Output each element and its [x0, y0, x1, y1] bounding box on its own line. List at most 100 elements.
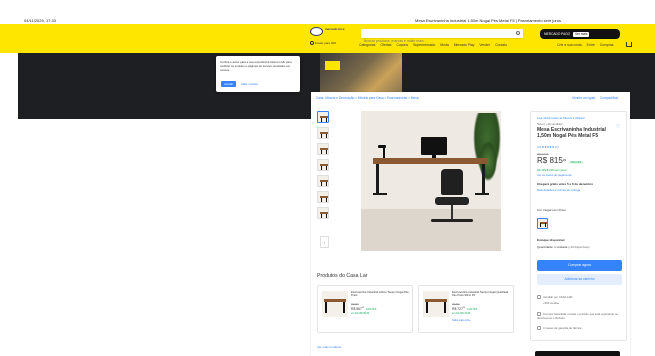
- protect-text: Compra Garantida, receba o produto que e…: [537, 312, 619, 321]
- related-price: R$ 5679918% OFF: [351, 307, 376, 311]
- color-swatch[interactable]: [537, 218, 548, 229]
- print-date: 04/11/2025, 17:33: [24, 18, 56, 23]
- related-installments: em 10x R$ 72,80: [452, 312, 471, 315]
- desk-top: [373, 158, 488, 164]
- store-badge: [325, 61, 340, 70]
- nav-contato[interactable]: Contato: [495, 43, 507, 47]
- related-price-value: R$ 567: [351, 307, 362, 312]
- chair-seat: [435, 197, 469, 205]
- desk-leg-left: [376, 164, 379, 194]
- rating[interactable]: 4.8 ★★★★★ (7): [537, 145, 558, 149]
- shipping-details-link[interactable]: Mais detalhes e formas de entrega: [537, 188, 580, 192]
- see-more-link[interactable]: Ver mais produtos: [317, 345, 341, 349]
- thumbnail-6[interactable]: [317, 191, 329, 203]
- official-store-link[interactable]: Loja oficial Casa Lar Móveis e Objetos: [537, 116, 585, 120]
- quantity-extra: (+10 disponíveis): [568, 245, 590, 249]
- price-cents: 99: [562, 158, 567, 162]
- related-old-price: R$ 829: [452, 303, 460, 306]
- breadcrumb-actions: Vender um igual Compartilhar: [568, 96, 618, 100]
- related-installments: em 10x R$ 56,80: [351, 312, 370, 315]
- nav-mercado-play[interactable]: Mercado Play: [454, 43, 475, 47]
- nav-categorias[interactable]: Categorias: [359, 43, 375, 47]
- photo-floor: [361, 209, 501, 251]
- quantity-text: Quantidade: 1 unidade: [537, 245, 568, 249]
- nav-ofertas[interactable]: Ofertas: [380, 43, 391, 47]
- product-main-image[interactable]: [361, 111, 501, 251]
- account-nav: Crie a sua conta Entre Compras: [557, 43, 617, 47]
- location-text: Enviar para 000: [314, 41, 337, 45]
- related-price: R$ 7279912% OFF: [452, 307, 477, 311]
- related-discount: 18% OFF: [366, 308, 377, 312]
- color-label: Cor: Nogal com Preto: [537, 208, 566, 212]
- cookie-text: Confira o aviso para a sua experiência t…: [220, 60, 292, 72]
- price: R$ 815: [537, 156, 563, 165]
- chair-pole: [451, 205, 453, 219]
- add-to-cart-button[interactable]: Adicionar ao carrinho: [537, 274, 622, 285]
- site-header: mercado livre Enviar para 000 MERCADO PA…: [0, 24, 655, 53]
- related-name: Escrivaninha Industrial 120cm Tampo Noga…: [351, 291, 409, 298]
- dark-footer-button[interactable]: [535, 351, 620, 356]
- cart-icon[interactable]: [626, 42, 632, 47]
- thumbnail-3[interactable]: [317, 143, 329, 155]
- main-nav: Categorias Ofertas Cupons Supermercado M…: [359, 43, 511, 47]
- page: 04/11/2025, 17:33 Mesa Escrivaninha Indu…: [0, 0, 655, 356]
- thumbnail-4[interactable]: [317, 159, 329, 171]
- related-learn-more-link[interactable]: Saiba mais sobre: [452, 319, 470, 322]
- breadcrumb[interactable]: Casa, Móveis e Decoração > Móveis para C…: [316, 96, 419, 100]
- nav-cupons[interactable]: Cupons: [396, 43, 408, 47]
- cookie-config-link[interactable]: Mais opções: [241, 82, 258, 86]
- search-icon[interactable]: [516, 31, 520, 35]
- location-selector[interactable]: Enviar para 000: [310, 41, 337, 46]
- nav-moda[interactable]: Moda: [440, 43, 448, 47]
- thumbnail-5[interactable]: [317, 175, 329, 187]
- lamp: [383, 146, 385, 158]
- nav-purchases[interactable]: Compras: [600, 43, 614, 47]
- thumbnail-7[interactable]: [317, 207, 329, 219]
- related-price-cents: 99: [361, 307, 365, 309]
- promo-pill[interactable]: Ver mais: [573, 32, 590, 37]
- related-name: Escrivaninha Industrial Tampo Nogal Quad…: [452, 291, 509, 298]
- cookie-accept-button[interactable]: Aceitar: [221, 81, 237, 87]
- related-old-price: R$ 699: [351, 303, 359, 306]
- buy-now-button[interactable]: Comprar agora: [537, 260, 622, 271]
- monitor: [421, 137, 447, 155]
- print-header: 04/11/2025, 17:33 Mesa Escrivaninha Indu…: [0, 0, 655, 24]
- related-card-2[interactable]: Escrivaninha Industrial Tampo Nogal Quad…: [418, 285, 514, 333]
- condition-text: Novo | +10 vendidos: [537, 122, 563, 126]
- stock-text: Estoque disponível: [537, 238, 565, 242]
- thumbnail-prev-button[interactable]: ‹: [320, 236, 329, 248]
- thumbnail-1[interactable]: [317, 111, 329, 123]
- share-link[interactable]: Compartilhar: [600, 96, 618, 100]
- related-card-1[interactable]: Escrivaninha Industrial 120cm Tampo Noga…: [317, 285, 413, 333]
- warranty-icon: [537, 326, 541, 331]
- chair-base: [431, 219, 473, 222]
- nav-supermercado[interactable]: Supermercado: [413, 43, 435, 47]
- desk-foot-right: [475, 193, 489, 195]
- purchase-panel: Loja oficial Casa Lar Móveis e Objetos N…: [530, 111, 627, 341]
- nav-create-account[interactable]: Crie a sua conta: [557, 43, 582, 47]
- desk-leg-right: [482, 164, 485, 194]
- mercadolivre-logo[interactable]: mercado livre: [310, 27, 345, 39]
- product-title: Mesa Escrivaninha Industrial 1,50m Nogal…: [537, 127, 606, 139]
- related-price-value: R$ 727: [452, 307, 463, 312]
- sell-similar-link[interactable]: Vender um igual: [572, 96, 595, 100]
- shipping-text: Chegará grátis entre 5 e 8 de dezembro: [537, 182, 594, 186]
- warranty-text: 3 meses de garantia de fábrica: [543, 326, 582, 330]
- nav-login[interactable]: Entre: [587, 43, 595, 47]
- store-icon: [537, 295, 541, 300]
- related-price-cents: 99: [462, 307, 466, 309]
- quantity-selector[interactable]: Quantidade: 1 unidade (+10 disponíveis): [537, 245, 590, 249]
- promo-banner[interactable]: MERCADO PAGO Ver mais: [540, 29, 620, 39]
- cookie-actions: Aceitar Mais opções: [221, 81, 258, 87]
- desk-foot-left: [373, 193, 387, 195]
- related-title: Produtos do Casa Lar: [317, 273, 368, 279]
- nav-vender[interactable]: Vender: [479, 43, 490, 47]
- payment-methods-link[interactable]: Ver os meios de pagamento: [537, 173, 572, 177]
- related-image: [322, 291, 348, 317]
- warranty: 3 meses de garantia de fábrica: [537, 326, 582, 331]
- seller-info[interactable]: Vendido por CASA LAR: [537, 295, 572, 300]
- related-image: [423, 291, 449, 317]
- price-block: R$ 81599 20% OFF: [537, 156, 584, 165]
- related-discount: 12% OFF: [467, 308, 478, 312]
- thumbnail-2[interactable]: [317, 127, 329, 139]
